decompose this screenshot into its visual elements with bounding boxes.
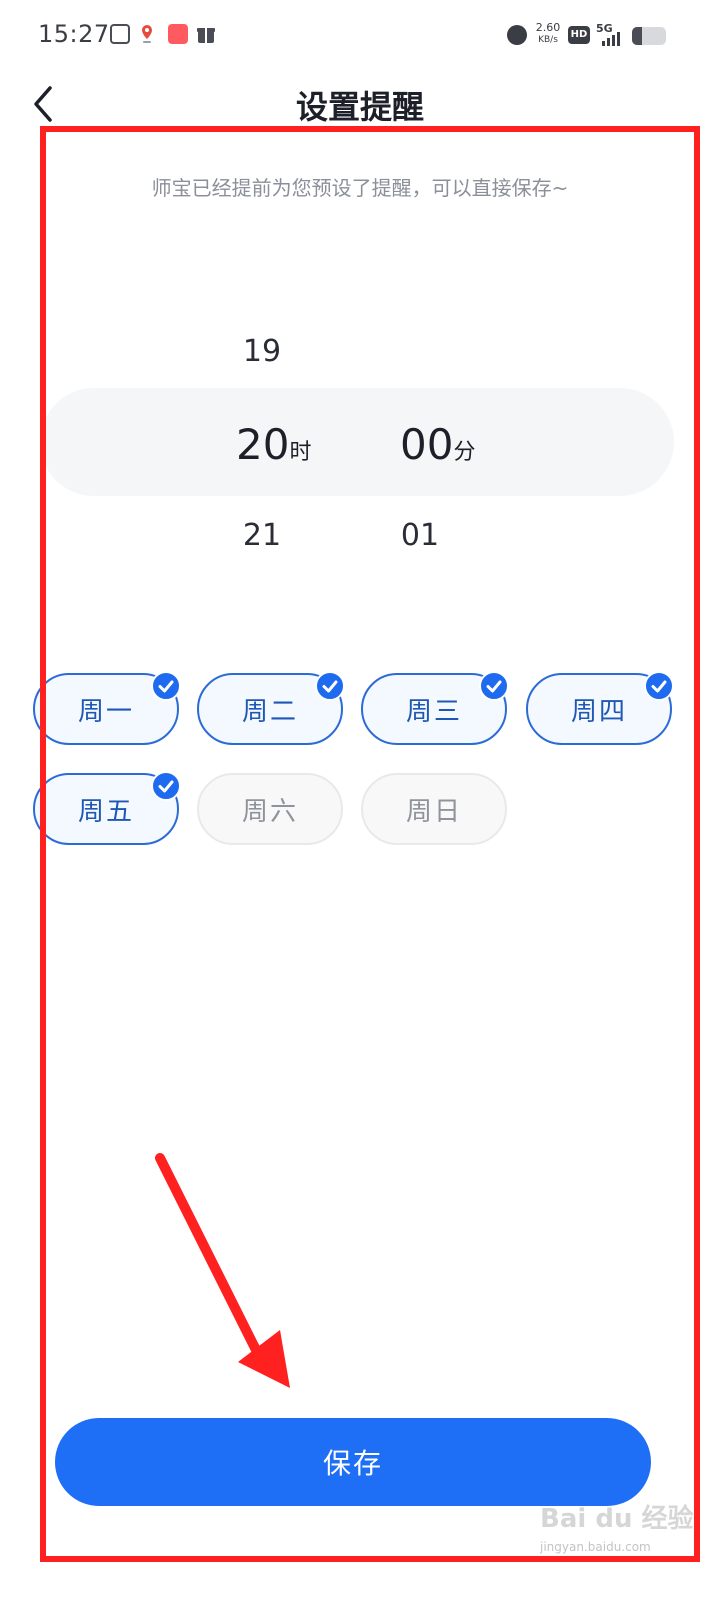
hd-badge: HD — [568, 26, 590, 44]
page-title: 设置提醒 — [295, 88, 424, 126]
battery-icon — [632, 27, 666, 45]
signal-icon — [602, 30, 626, 46]
net-rate-unit: KB/s — [538, 35, 558, 45]
highlight-frame — [40, 126, 700, 1562]
watermark-domain: jingyan.baidu.com — [540, 1540, 651, 1554]
gift-icon — [196, 24, 216, 44]
app-notification-icon — [168, 24, 188, 44]
network-rate: 2.60 KB/s — [534, 22, 562, 46]
status-time: 15:27 — [38, 20, 110, 48]
location-pin-icon — [140, 24, 154, 44]
watermark-logo: Bai du 经验 — [540, 1504, 694, 1534]
net-rate-value: 2.60 — [535, 21, 561, 34]
alarm-icon — [507, 25, 527, 45]
red-arrow-annotation — [155, 1153, 290, 1388]
notification-icon — [110, 24, 130, 44]
